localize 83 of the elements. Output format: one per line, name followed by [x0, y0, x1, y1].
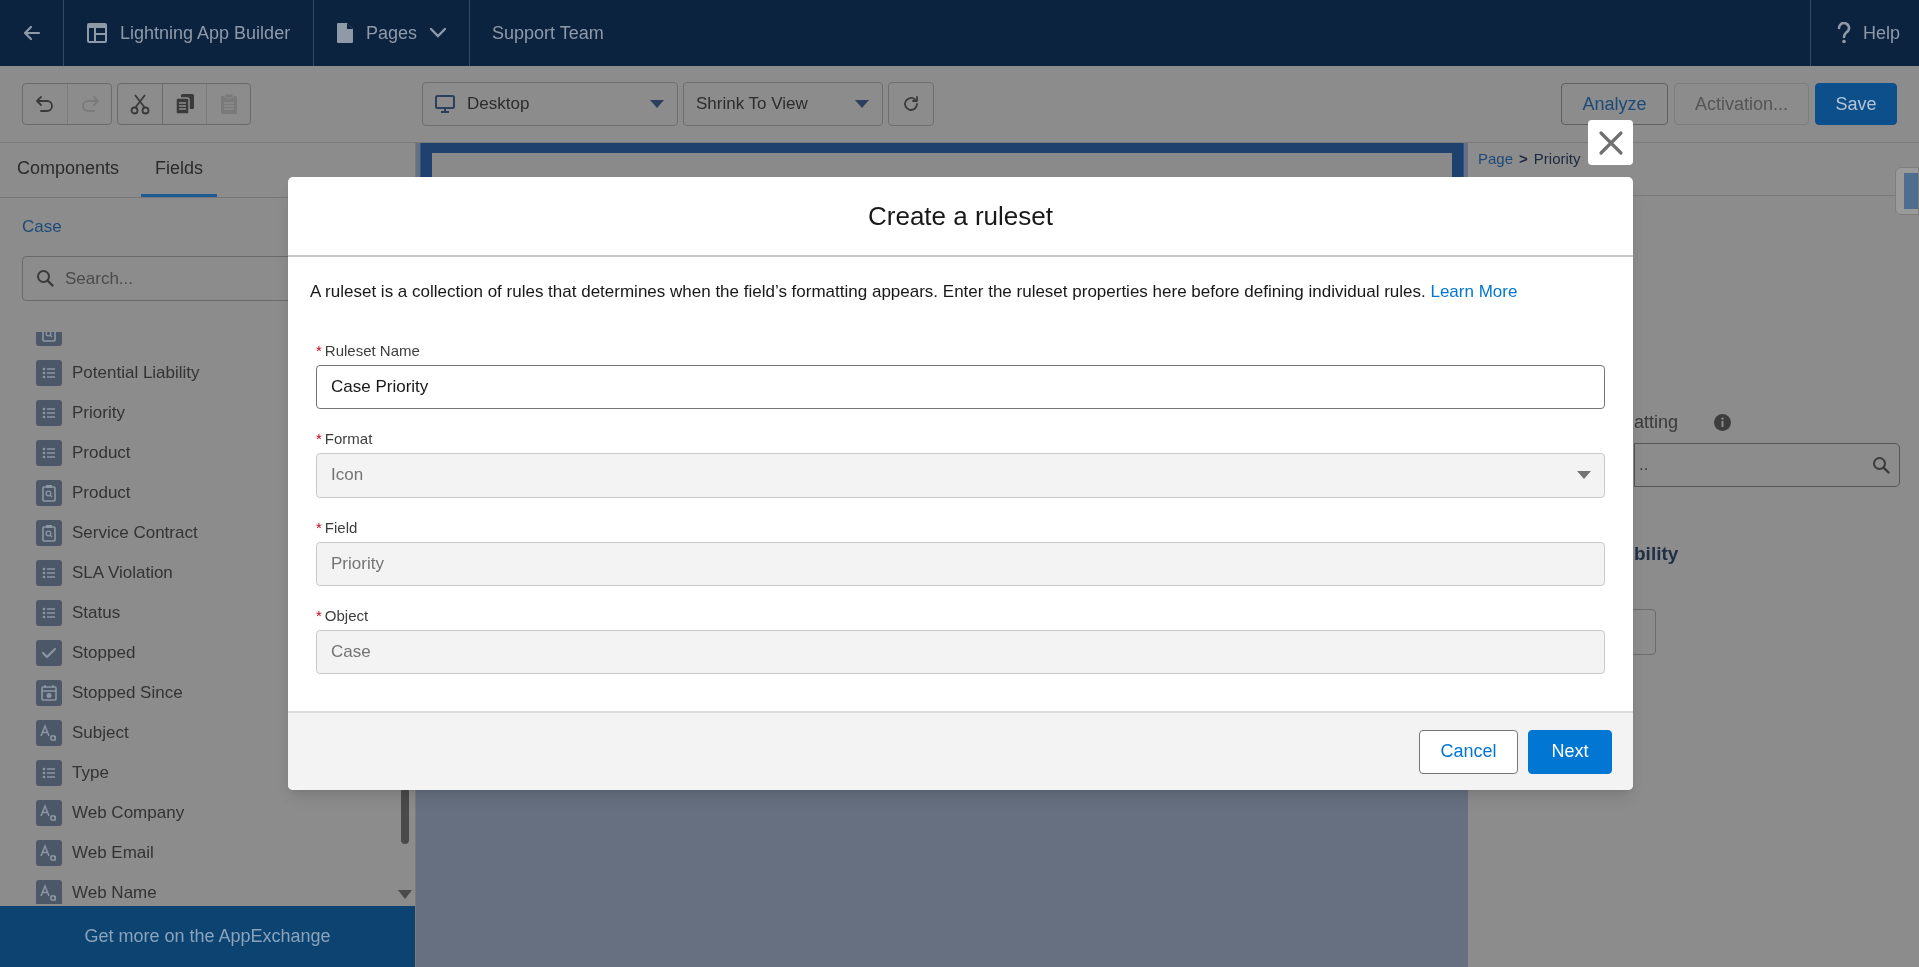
list-icon [36, 760, 62, 786]
readonly-field: Priority [316, 541, 1605, 586]
field-label: Field [324, 518, 358, 539]
required-mark: * [316, 341, 322, 362]
refresh-button[interactable] [888, 82, 934, 126]
modal-title: Create a ruleset [868, 199, 1053, 233]
scroll-down-icon[interactable] [398, 890, 412, 899]
copy-icon [174, 93, 195, 115]
readonly-field: Case [316, 629, 1605, 674]
help-button[interactable]: Help [1810, 0, 1919, 66]
help-icon [1837, 22, 1851, 44]
breadcrumb-separator: > [1519, 150, 1528, 168]
learn-more-link[interactable]: Learn More [1430, 282, 1518, 301]
close-button[interactable] [1588, 120, 1633, 165]
caret-down-icon [649, 99, 665, 109]
field-item[interactable]: Subject [72, 720, 129, 746]
required-mark: * [316, 429, 322, 450]
ruleset-name-field[interactable]: Case Priority [316, 364, 1605, 409]
list-icon [36, 360, 62, 386]
calendar-icon [36, 680, 62, 706]
search-field[interactable]: .. [1634, 443, 1900, 487]
field-item[interactable]: Stopped [72, 640, 136, 666]
text-field-icon [36, 720, 62, 746]
checkmark-icon [36, 640, 62, 666]
list-icon [36, 600, 62, 626]
page-icon [336, 22, 354, 44]
field-label: Ruleset Name [324, 341, 420, 362]
page-name: Support Team [492, 21, 604, 45]
section-heading: bility [1633, 542, 1680, 566]
list-icon [36, 440, 62, 466]
required-mark: * [316, 518, 322, 539]
object-link[interactable]: Case [22, 214, 62, 240]
list-icon [36, 400, 62, 426]
clipboard-search-icon [36, 520, 62, 546]
action-button[interactable]: Save [1815, 83, 1897, 125]
layout-icon [86, 22, 108, 44]
field-item[interactable]: Priority [72, 400, 125, 426]
refresh-icon [902, 95, 920, 113]
monitor-icon [435, 94, 455, 114]
field-item[interactable]: Product [72, 480, 131, 506]
scissors-icon [130, 93, 150, 115]
appexchange-banner[interactable]: Get more on the AppExchange [0, 906, 415, 967]
chevron-down-icon [429, 27, 447, 39]
text-field-icon [36, 800, 62, 826]
text-field-icon [36, 840, 62, 866]
field-item[interactable]: Web Company [72, 800, 185, 826]
undo-icon [35, 94, 55, 114]
breadcrumb-link[interactable]: Page [1478, 150, 1514, 168]
info-icon [1714, 413, 1732, 431]
caret-down-icon [1576, 470, 1592, 480]
dialog-button[interactable]: Next [1528, 729, 1612, 774]
field-label: Object [324, 606, 369, 627]
scrollbar-thumb[interactable] [401, 788, 409, 844]
field-item[interactable]: Type [72, 760, 109, 786]
panel-tab[interactable]: Fields [141, 143, 218, 197]
search-icon [1872, 456, 1890, 474]
field-item[interactable]: SLA Violation [72, 560, 173, 586]
back-arrow-icon [21, 23, 42, 43]
search-icon [36, 269, 54, 287]
pages-menu[interactable]: Pages [314, 0, 470, 66]
list-icon [36, 560, 62, 586]
clipboard-search-icon [36, 480, 62, 506]
field-item[interactable]: Service Contract [72, 520, 198, 546]
field-item[interactable]: Product [72, 440, 131, 466]
field-label: Format [324, 429, 373, 450]
zoom-dropdown[interactable]: Shrink To View [683, 82, 883, 126]
caret-down-icon [854, 99, 870, 109]
field-label: atting [1634, 410, 1679, 434]
panel-toggle[interactable] [1895, 167, 1919, 215]
device-dropdown[interactable]: Desktop [422, 82, 678, 126]
field-item[interactable]: Potential Liability [72, 360, 200, 386]
field-item[interactable]: Status [72, 600, 121, 626]
dialog-button[interactable]: Cancel [1419, 729, 1518, 774]
field-item[interactable]: Web Name [72, 880, 157, 904]
format-select[interactable]: Icon [316, 452, 1605, 498]
breadcrumb-current: Priority [1533, 150, 1581, 168]
required-mark: * [316, 606, 322, 627]
close-icon [1597, 129, 1624, 156]
panel-tab[interactable]: Components [17, 143, 120, 197]
field-item[interactable]: Web Email [72, 840, 154, 866]
field-item[interactable]: Stopped Since [72, 680, 183, 706]
app-title: Lightning App Builder [64, 0, 314, 66]
text-field-icon [36, 880, 62, 904]
